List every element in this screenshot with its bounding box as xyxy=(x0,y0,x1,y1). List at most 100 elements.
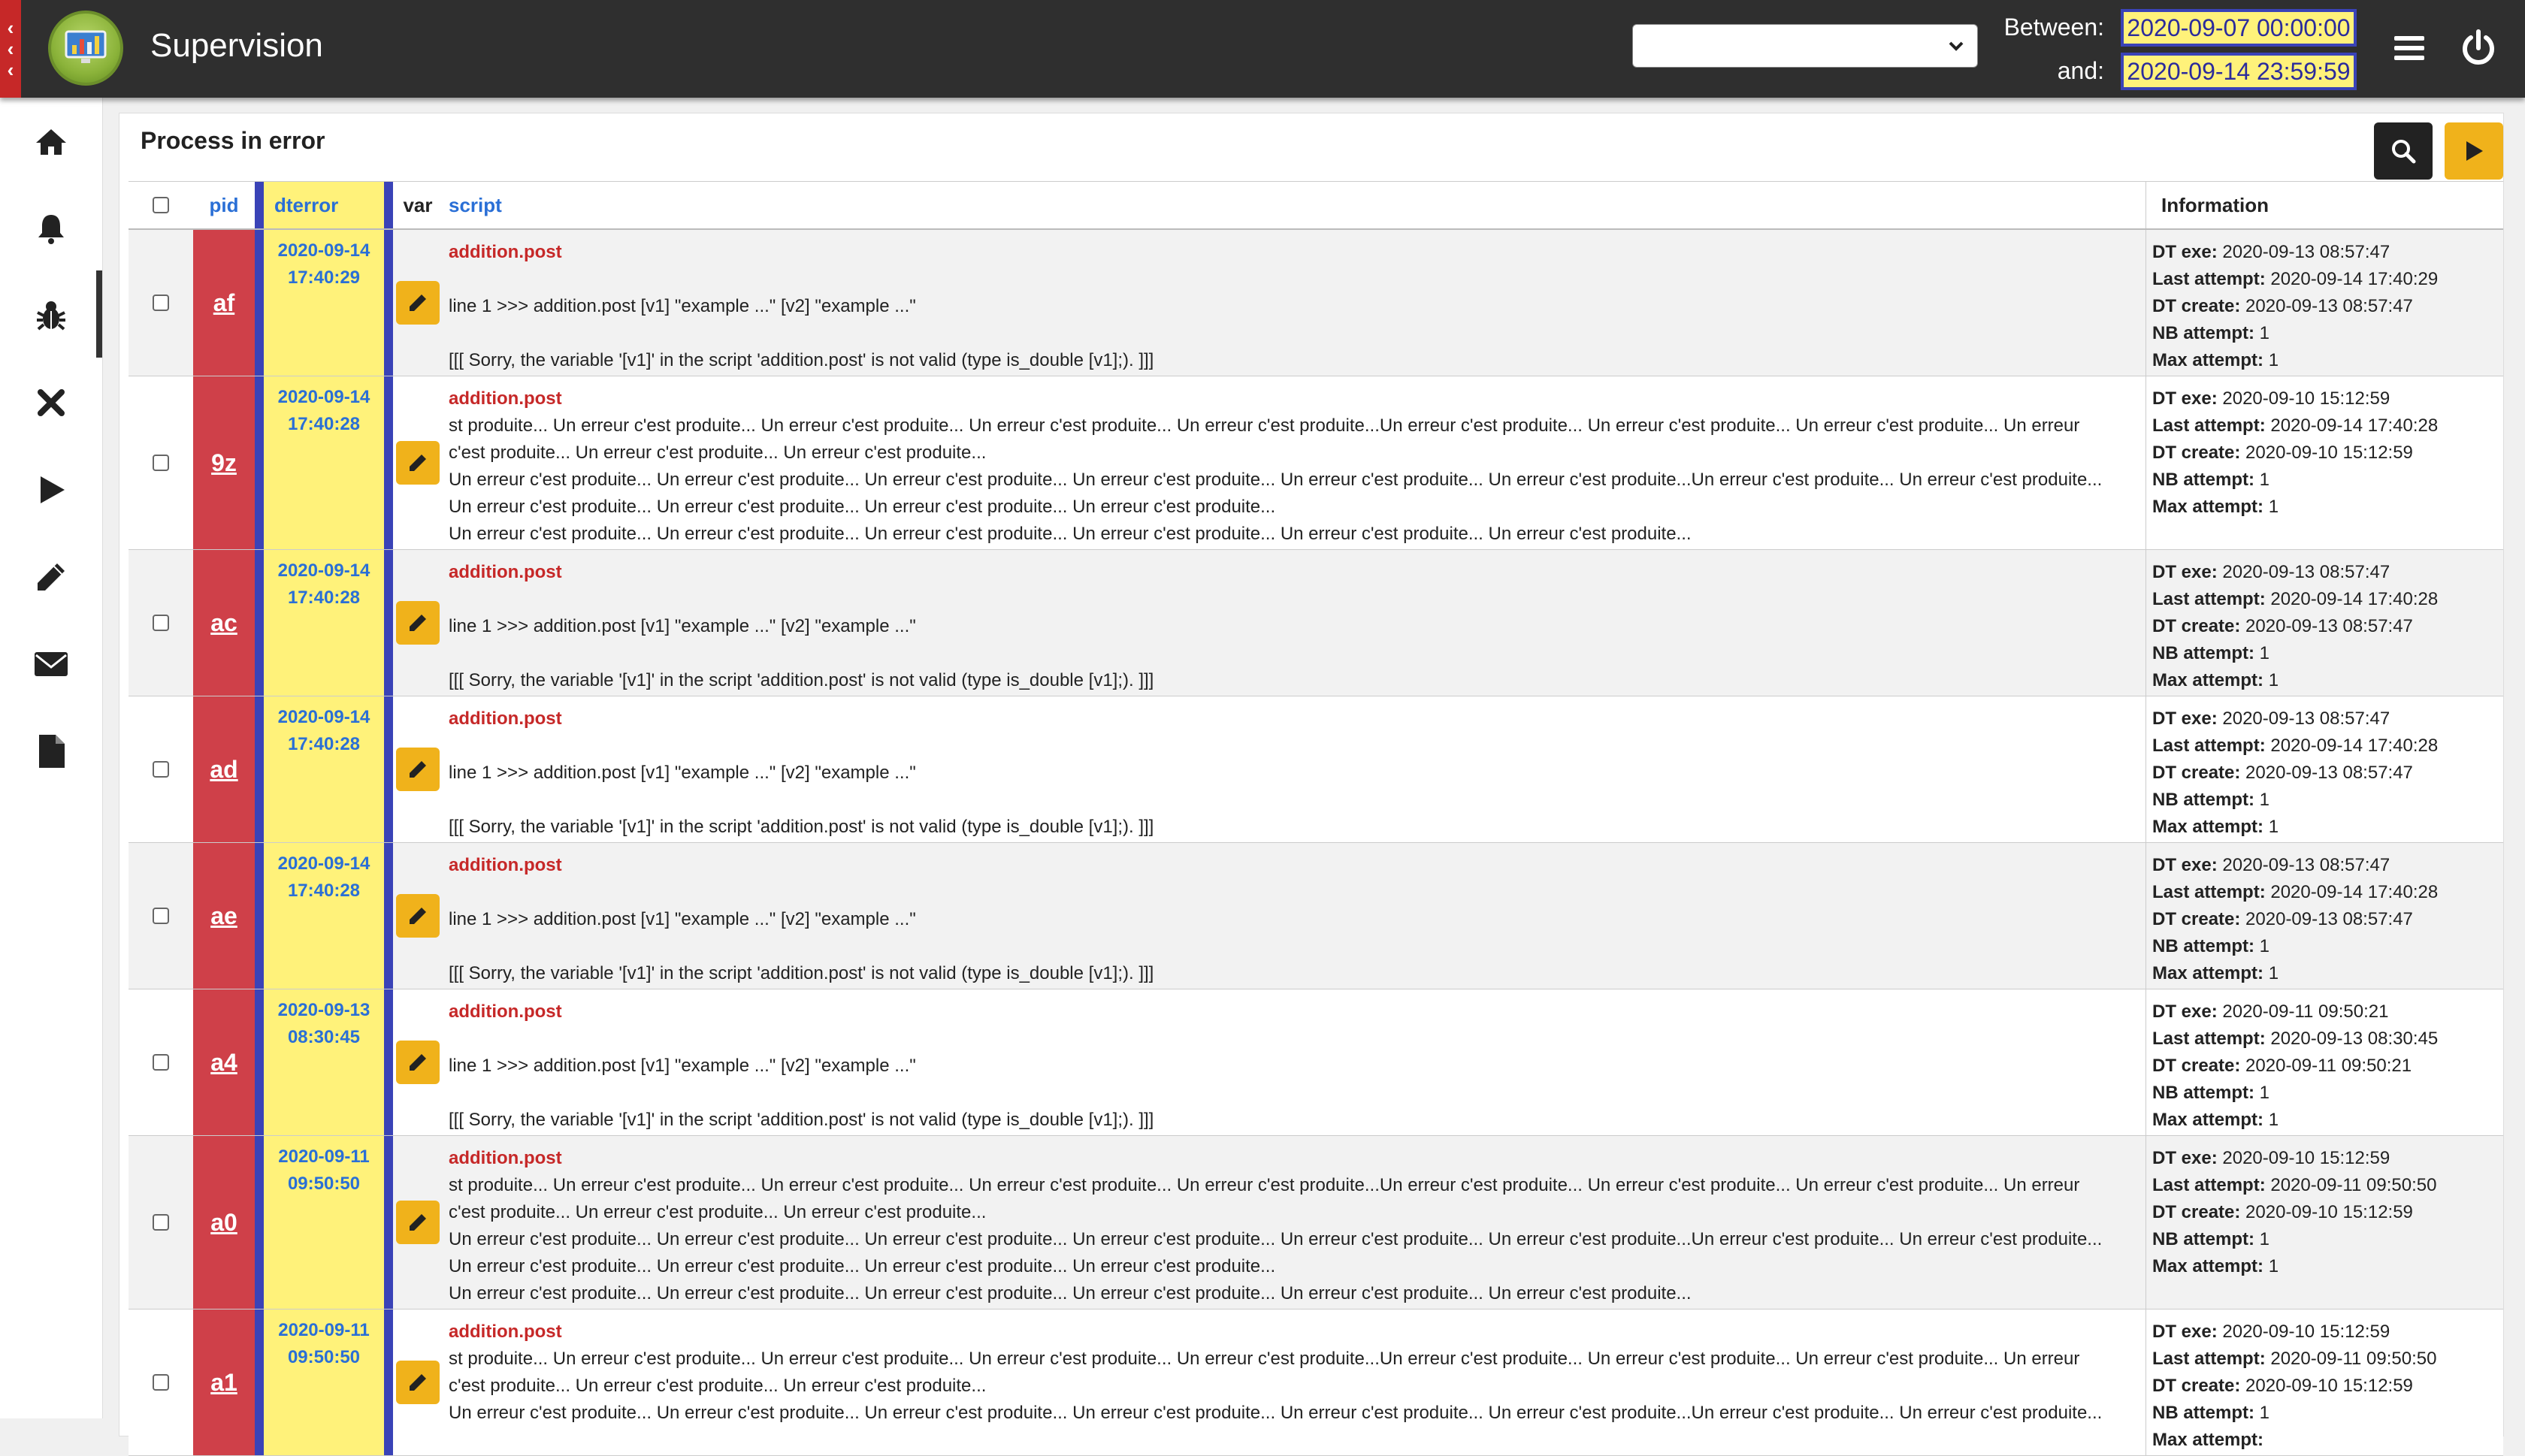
dterror-cell: 2020-09-13 08:30:45 xyxy=(264,989,384,1135)
col-header-info: Information xyxy=(2145,182,2503,228)
pid-link[interactable]: ae xyxy=(210,902,237,930)
info-dt-create: DT create: 2020-09-10 15:12:59 xyxy=(2152,440,2503,467)
menu-button[interactable] xyxy=(2393,33,2426,63)
pencil-icon xyxy=(410,1054,426,1071)
table-row: ac2020-09-1417:40:28addition.post​line 1… xyxy=(129,550,2503,696)
table-row: a42020-09-1308:30:45addition.post​line 1… xyxy=(129,989,2503,1136)
sidebar-item-mail[interactable] xyxy=(0,621,102,708)
edit-variables-button[interactable] xyxy=(396,601,440,645)
pid-link[interactable]: 9z xyxy=(211,449,237,477)
sidebar-item-run[interactable] xyxy=(0,446,102,533)
pid-link[interactable]: ad xyxy=(210,756,237,784)
logout-button[interactable] xyxy=(2457,27,2499,69)
info-dt-exe-value: 2020-09-13 08:57:47 xyxy=(2222,708,2390,729)
sidebar-item-errors[interactable] xyxy=(0,272,102,359)
row-checkbox[interactable] xyxy=(153,615,169,631)
edit-variables-button[interactable] xyxy=(396,748,440,791)
pid-link[interactable]: af xyxy=(213,289,234,317)
play-icon xyxy=(2466,141,2483,161)
edit-variables-button[interactable] xyxy=(396,441,440,485)
col-header-pid[interactable]: pid xyxy=(193,182,255,228)
info-dt-exe-label: DT exe: xyxy=(2152,1322,2218,1342)
script-log-line: line 1 >>> addition.post [v1] "example .… xyxy=(449,296,916,316)
pid-link[interactable]: a4 xyxy=(210,1049,237,1077)
info-max-attempt-label: Max attempt: xyxy=(2152,497,2264,517)
script-log-line: st produite... Un erreur c'est produite.… xyxy=(449,1349,2080,1369)
row-checkbox[interactable] xyxy=(153,1214,169,1231)
select-all-checkbox[interactable] xyxy=(153,197,169,213)
info-dt-create-value: 2020-09-11 09:50:21 xyxy=(2245,1056,2412,1076)
close-icon xyxy=(38,389,65,416)
sidebar-item-home[interactable] xyxy=(0,98,102,185)
col-header-dterror[interactable]: dterror xyxy=(264,182,384,228)
info-dt-exe: DT exe: 2020-09-13 08:57:47 xyxy=(2152,559,2503,586)
info-dt-create-value: 2020-09-13 08:57:47 xyxy=(2245,763,2413,783)
info-dt-create: DT create: 2020-09-11 09:50:21 xyxy=(2152,1053,2503,1080)
edit-variables-button[interactable] xyxy=(396,281,440,325)
row-checkbox[interactable] xyxy=(153,455,169,471)
info-last-attempt-label: Last attempt: xyxy=(2152,1349,2266,1369)
script-name[interactable]: addition.post xyxy=(449,1319,2139,1346)
info-cell: DT exe: 2020-09-13 08:57:47 Last attempt:… xyxy=(2145,843,2503,989)
table-header: pid dterror var script Information xyxy=(129,182,2503,230)
sidebar-item-alerts[interactable] xyxy=(0,185,102,272)
script-name[interactable]: addition.post xyxy=(449,998,2139,1026)
edit-variables-button[interactable] xyxy=(396,1361,440,1404)
sidebar-item-files[interactable] xyxy=(0,708,102,795)
row-checkbox[interactable] xyxy=(153,1374,169,1391)
date-to-field[interactable]: 2020-09-14 23:59:59 xyxy=(2121,53,2357,90)
row-checkbox[interactable] xyxy=(153,761,169,778)
search-button[interactable] xyxy=(2374,122,2433,180)
var-cell xyxy=(393,843,443,989)
sidebar-item-cancel[interactable] xyxy=(0,359,102,446)
info-max-attempt-value: 1 xyxy=(2268,670,2279,690)
col-header-script[interactable]: script xyxy=(443,182,2145,228)
script-log-line: ​ xyxy=(449,879,2139,906)
filter-select[interactable] xyxy=(1632,24,1978,68)
info-dt-exe-label: DT exe: xyxy=(2152,708,2218,729)
pencil-icon xyxy=(410,615,426,631)
info-dt-create-label: DT create: xyxy=(2152,443,2241,463)
main-panel: Process in error pid dterror var script … xyxy=(119,113,2504,1456)
pid-link[interactable]: ac xyxy=(210,609,237,637)
info-dt-create: DT create: 2020-09-13 08:57:47 xyxy=(2152,613,2503,640)
script-name[interactable]: addition.post xyxy=(449,239,2139,266)
row-checkbox[interactable] xyxy=(153,1054,169,1071)
info-max-attempt: Max attempt: 1 xyxy=(2152,1107,2503,1134)
info-dt-exe-value: 2020-09-13 08:57:47 xyxy=(2222,242,2390,262)
date-from-field[interactable]: 2020-09-07 00:00:00 xyxy=(2121,9,2357,47)
var-cell xyxy=(393,989,443,1135)
dterror-date: 2020-09-14 xyxy=(277,853,370,874)
script-log-line: ​ xyxy=(449,1026,2139,1053)
run-button[interactable] xyxy=(2445,122,2503,180)
sidebar-collapse-toggle[interactable]: ‹ ‹ ‹ xyxy=(0,0,21,98)
info-last-attempt: Last attempt: 2020-09-11 09:50:50 xyxy=(2152,1346,2503,1373)
info-max-attempt-value: 1 xyxy=(2268,817,2279,837)
edit-variables-button[interactable] xyxy=(396,894,440,938)
dterror-cell: 2020-09-14 17:40:28 xyxy=(264,696,384,842)
process-table: pid dterror var script Information af 202… xyxy=(129,181,2503,1456)
sidebar xyxy=(0,98,103,1418)
table-row: a0 2020-09-11 09:50:50 addition.post st prod… xyxy=(129,1136,2503,1309)
info-max-attempt: Max attempt: 1 xyxy=(2152,814,2503,841)
power-icon xyxy=(2463,29,2494,65)
script-log-line: line 1 >>> addition.post [v1] "example .… xyxy=(449,1056,916,1076)
script-log-line: ​ xyxy=(449,1080,2139,1107)
info-nb-attempt: NB attempt: 1 xyxy=(2152,1080,2503,1107)
row-checkbox[interactable] xyxy=(153,908,169,924)
row-checkbox[interactable] xyxy=(153,295,169,311)
script-name[interactable]: addition.post xyxy=(449,705,2139,733)
info-last-attempt-label: Last attempt: xyxy=(2152,1029,2266,1049)
info-dt-create-label: DT create: xyxy=(2152,296,2241,316)
script-name[interactable]: addition.post xyxy=(449,852,2139,879)
column-separator xyxy=(384,230,393,376)
script-name[interactable]: addition.post xyxy=(449,385,2139,412)
sidebar-item-edit[interactable] xyxy=(0,533,102,621)
pid-link[interactable]: a0 xyxy=(210,1209,237,1237)
monitor-chart-icon xyxy=(65,30,107,63)
script-name[interactable]: addition.post xyxy=(449,559,2139,586)
edit-variables-button[interactable] xyxy=(396,1201,440,1244)
edit-variables-button[interactable] xyxy=(396,1041,440,1084)
pid-link[interactable]: a1 xyxy=(210,1369,237,1397)
script-name[interactable]: addition.post xyxy=(449,1145,2139,1172)
